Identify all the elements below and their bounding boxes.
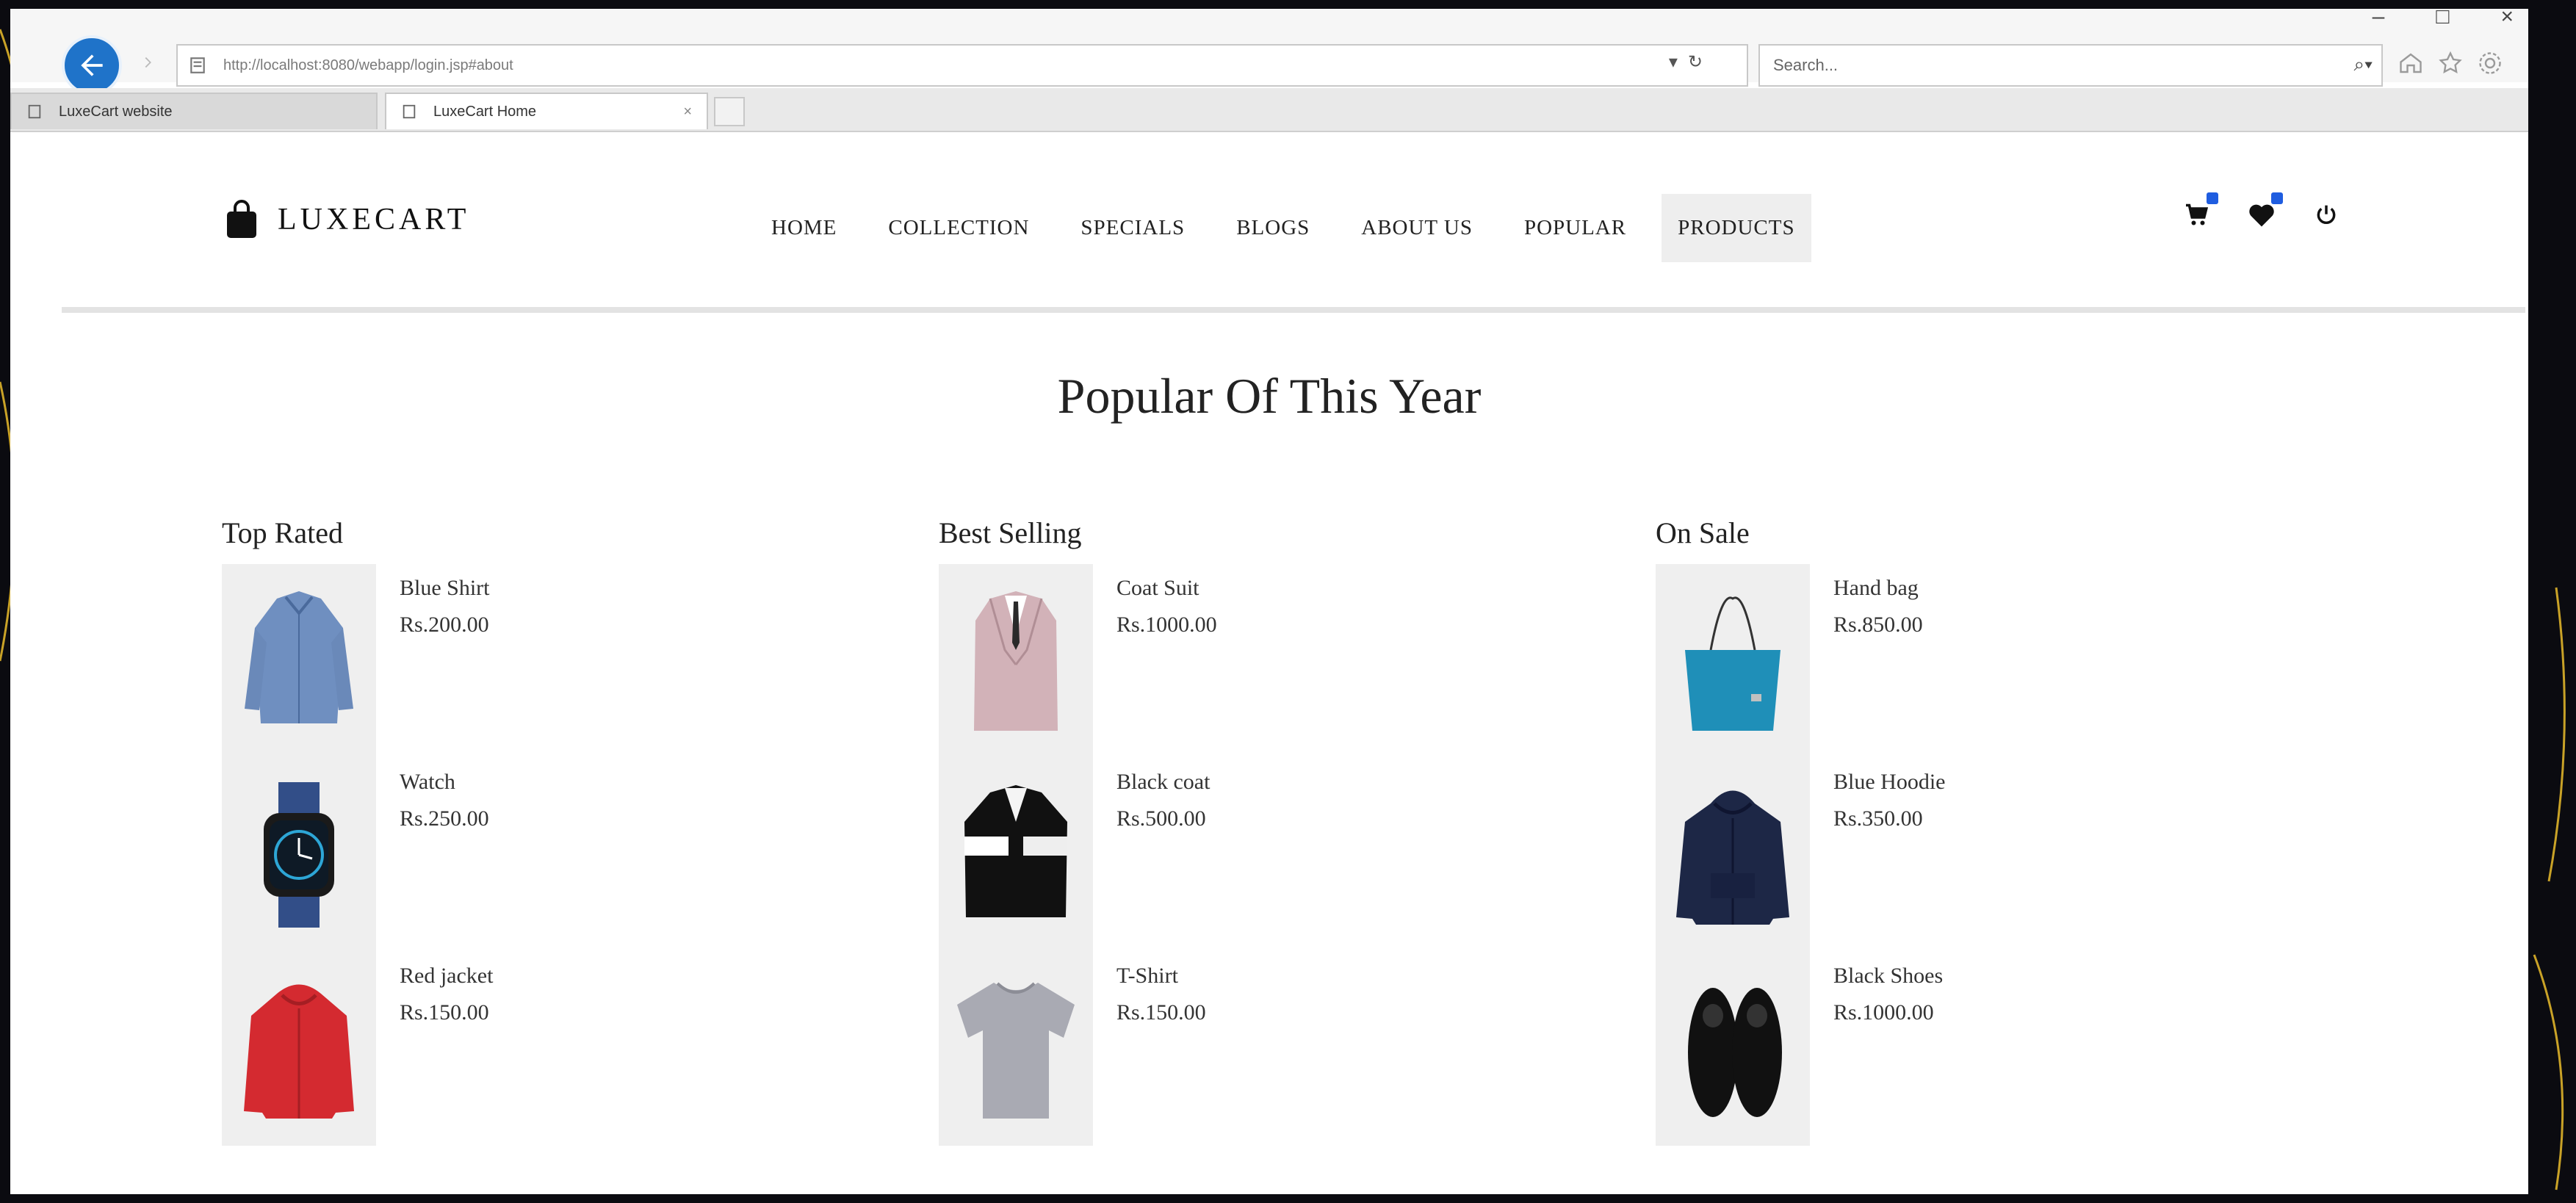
search-box[interactable]: Search... ⌕▾ [1758, 44, 2383, 87]
product-price: Rs.500.00 [1116, 806, 1206, 831]
page-title: Popular Of This Year [1057, 368, 1482, 424]
product-item[interactable]: Coat Suit Rs.1000.00 [939, 564, 1600, 758]
red-jacket-image[interactable] [222, 952, 376, 1146]
product-item[interactable]: Black Shoes Rs.1000.00 [1656, 952, 2317, 1146]
header-divider [62, 307, 2525, 313]
product-item[interactable]: Red jacket Rs.150.00 [222, 952, 883, 1146]
product-name[interactable]: Black coat [1116, 770, 1210, 795]
heart-icon [2249, 204, 2274, 227]
browser-toolbar-icons [2398, 50, 2503, 76]
maximize-icon[interactable]: □ [2436, 9, 2449, 29]
product-price: Rs.850.00 [1833, 613, 1923, 637]
product-item[interactable]: Blue Hoodie Rs.350.00 [1656, 758, 2317, 952]
brand-logo[interactable]: LUXECART [225, 200, 469, 239]
coat-suit-image[interactable] [939, 564, 1093, 758]
power-icon [2317, 205, 2336, 225]
search-icon[interactable]: ⌕▾ [2354, 53, 2373, 76]
forward-button[interactable] [137, 51, 159, 73]
column-best-selling: Best Selling Coat Suit Rs.1000.00 Black … [939, 516, 1600, 1146]
product-price: Rs.250.00 [400, 806, 489, 831]
browser-window: – □ × http://localhost:8080/webapp/login… [10, 9, 2528, 1194]
column-title: Best Selling [939, 516, 1082, 549]
star-icon[interactable] [2437, 50, 2464, 76]
page-icon [403, 104, 416, 119]
product-name[interactable]: Red jacket [400, 964, 493, 989]
product-name[interactable]: T-Shirt [1116, 964, 1178, 989]
tab-luxecart-home[interactable]: LuxeCart Home × [385, 93, 708, 129]
product-price: Rs.150.00 [400, 1000, 489, 1025]
address-url: http://localhost:8080/webapp/login.jsp#a… [223, 57, 513, 73]
nav-collection[interactable]: COLLECTION [872, 203, 1045, 253]
main-nav: HOME COLLECTION SPECIALS BLOGS ABOUT US … [755, 194, 1830, 262]
nav-blogs[interactable]: BLOGS [1220, 203, 1326, 253]
product-price: Rs.150.00 [1116, 1000, 1206, 1025]
t-shirt-image[interactable] [939, 952, 1093, 1146]
blue-shirt-image[interactable] [222, 564, 376, 758]
product-price: Rs.200.00 [400, 613, 489, 637]
hand-bag-image[interactable] [1656, 564, 1810, 758]
browser-toolbar: – □ × http://localhost:8080/webapp/login… [10, 9, 2528, 132]
page-icon [190, 57, 205, 73]
product-item[interactable]: T-Shirt Rs.150.00 [939, 952, 1600, 1146]
wishlist-badge [2271, 192, 2283, 204]
product-item[interactable]: Black coat Rs.500.00 [939, 758, 1600, 952]
window-controls: – □ × [2373, 9, 2514, 29]
shopping-bag-icon [227, 200, 256, 238]
back-button[interactable] [62, 35, 122, 95]
product-item[interactable]: Hand bag Rs.850.00 [1656, 564, 2317, 758]
nav-products[interactable]: PRODUCTS [1662, 194, 1811, 262]
column-title: Top Rated [222, 516, 343, 549]
arrow-left-icon [81, 54, 103, 76]
logout-button[interactable] [2311, 200, 2342, 231]
nav-popular[interactable]: POPULAR [1508, 203, 1642, 253]
close-window-icon[interactable]: × [2500, 9, 2514, 29]
product-name[interactable]: Hand bag [1833, 576, 1919, 601]
product-name[interactable]: Black Shoes [1833, 964, 1943, 989]
page-icon [28, 104, 41, 119]
arrow-right-icon [145, 57, 151, 68]
address-bar[interactable]: http://localhost:8080/webapp/login.jsp#a… [176, 44, 1748, 87]
cart-button[interactable] [2182, 192, 2218, 231]
tab-label: LuxeCart Home [433, 103, 537, 120]
search-placeholder: Search... [1773, 56, 1839, 74]
product-price: Rs.1000.00 [1116, 613, 1217, 637]
cart-badge [2207, 192, 2218, 204]
product-price: Rs.350.00 [1833, 806, 1923, 831]
website: LUXECART HOME COLLECTION SPECIALS BLOGS … [10, 132, 2528, 1194]
settings-icon[interactable] [2477, 50, 2503, 76]
product-name[interactable]: Watch [400, 770, 455, 795]
product-name[interactable]: Blue Shirt [400, 576, 490, 601]
close-tab-icon[interactable]: × [683, 104, 692, 120]
nav-home[interactable]: HOME [755, 203, 853, 253]
tab-strip: LuxeCart website LuxeCart Home × [10, 88, 2528, 132]
dropdown-icon[interactable]: ▾ [1669, 51, 1678, 73]
column-title: On Sale [1656, 516, 1750, 549]
new-tab-button[interactable] [714, 97, 745, 126]
nav-about-us[interactable]: ABOUT US [1345, 203, 1489, 253]
refresh-icon[interactable]: ↻ [1688, 51, 1703, 73]
minimize-icon[interactable]: – [2373, 9, 2385, 29]
product-price: Rs.1000.00 [1833, 1000, 1934, 1025]
wishlist-button[interactable] [2246, 192, 2283, 231]
product-name[interactable]: Coat Suit [1116, 576, 1199, 601]
address-actions: ▾ ↻ [1669, 51, 1703, 73]
tab-label: LuxeCart website [59, 103, 173, 120]
black-coat-image[interactable] [939, 758, 1093, 952]
watch-image[interactable] [222, 758, 376, 952]
blue-hoodie-image[interactable] [1656, 758, 1810, 952]
nav-specials[interactable]: SPECIALS [1064, 203, 1201, 253]
product-item[interactable]: Watch Rs.250.00 [222, 758, 883, 952]
product-name[interactable]: Blue Hoodie [1833, 770, 1945, 795]
header-icons [2182, 192, 2342, 231]
home-icon[interactable] [2398, 50, 2424, 76]
tab-luxecart-website[interactable]: LuxeCart website [10, 93, 378, 129]
column-on-sale: On Sale Hand bag Rs.850.00 Blue Hoodie R… [1656, 516, 2317, 1146]
brand-name: LUXECART [278, 203, 470, 236]
black-shoes-image[interactable] [1656, 952, 1810, 1146]
product-item[interactable]: Blue Shirt Rs.200.00 [222, 564, 883, 758]
column-top-rated: Top Rated Blue Shirt Rs.200.00 Watch Rs.… [222, 516, 883, 1146]
cart-icon [2186, 203, 2209, 225]
